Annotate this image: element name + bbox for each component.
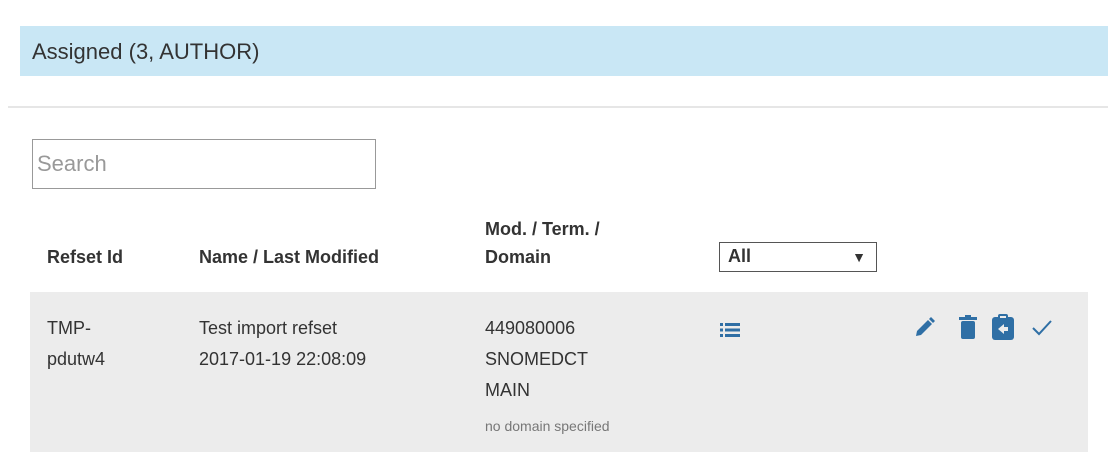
- refset-id-line1: TMP-: [47, 318, 91, 338]
- column-header-name-modified[interactable]: Name / Last Modified: [199, 245, 379, 269]
- refset-id-line2: pdutw4: [47, 349, 106, 369]
- column-header-mod-term-line2[interactable]: Domain: [485, 245, 551, 269]
- search-input[interactable]: [32, 139, 376, 189]
- pencil-icon[interactable]: [914, 316, 936, 338]
- trash-icon[interactable]: [959, 315, 977, 339]
- domain: no domain specified: [485, 418, 610, 434]
- list-icon[interactable]: [720, 322, 740, 338]
- check-icon[interactable]: [1031, 318, 1053, 336]
- refset-name: Test import refset: [199, 318, 338, 338]
- terminology: SNOMEDCT: [485, 349, 588, 369]
- clipboard-icon[interactable]: [992, 314, 1014, 340]
- filter-selected-value: All: [728, 246, 752, 266]
- filter-select[interactable]: All ▼: [719, 242, 877, 272]
- module-id: 449080006: [485, 318, 576, 338]
- panel-title: Assigned (3, AUTHOR): [32, 39, 260, 64]
- panel-header: Assigned (3, AUTHOR): [20, 26, 1108, 76]
- divider: [8, 106, 1108, 108]
- column-header-mod-term-line1[interactable]: Mod. / Term. /: [485, 217, 600, 241]
- table-row: TMP- pdutw4 Test import refset 2017-01-1…: [30, 292, 1088, 452]
- version: MAIN: [485, 380, 530, 400]
- last-modified: 2017-01-19 22:08:09: [199, 349, 367, 369]
- dropdown-arrow-icon: ▼: [852, 249, 866, 265]
- column-header-refset-id[interactable]: Refset Id: [47, 245, 123, 269]
